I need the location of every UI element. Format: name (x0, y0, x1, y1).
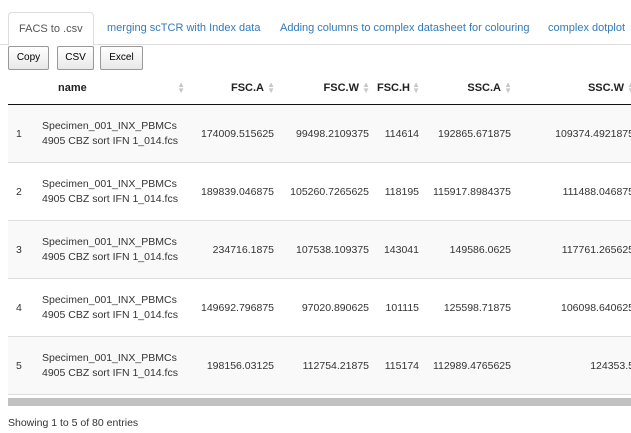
cell-name: Specimen_001_INX_PBMCs 4905 CBZ sort IFN… (42, 236, 178, 263)
cell-fsc-h: 114614 (384, 127, 419, 140)
cell-ssc-w: 109374.4921875 (555, 127, 631, 140)
cell-name: Specimen_001_INX_PBMCs 4905 CBZ sort IFN… (42, 352, 178, 379)
cell-fsc-a: 149692.796875 (201, 301, 274, 314)
cell-name: Specimen_001_INX_PBMCs 4905 CBZ sort IFN… (42, 120, 178, 147)
horizontal-scrollbar[interactable] (8, 398, 631, 406)
cell-fsc-a: 198156.03125 (206, 359, 274, 372)
cell-fsc-h: 101115 (385, 301, 419, 314)
column-header-label: name (58, 82, 87, 94)
cell-name: Specimen_001_INX_PBMCs 4905 CBZ sort IFN… (42, 294, 178, 321)
copy-button[interactable]: Copy (8, 46, 49, 70)
data-table-container[interactable]: name ▲ ▼ FSC.A ▲ ▼ FSC.W ▲ ▼ FSC.H ▲ ▼ SSC.A (8, 72, 631, 398)
table-info: Showing 1 to 5 of 80 entries (8, 417, 139, 429)
cell-fsc-h: 143041 (383, 243, 419, 256)
table-row: 1 Specimen_001_INX_PBMCs 4905 CBZ sort I… (8, 104, 631, 163)
cell-ssc-w: 124353.5 (590, 359, 631, 372)
cell-fsc-h: 118195 (384, 185, 419, 198)
column-header-label: SSC.W (587, 82, 624, 94)
sort-both-icon: ▲▼ (177, 80, 185, 95)
cell-ssc-w: 117761.265625 (561, 243, 631, 256)
cell-fsc-a: 174009.515625 (201, 127, 274, 140)
csv-button[interactable]: CSV (57, 46, 94, 70)
table-row: 4 Specimen_001_INX_PBMCs 4905 CBZ sort I… (8, 278, 631, 337)
cell-fsc-h: 115174 (384, 359, 419, 372)
tab-adding-columns[interactable]: Adding columns to complex datasheet for … (270, 12, 539, 45)
column-header-fsc-h[interactable]: FSC.H ▲ ▼ (373, 72, 423, 105)
cell-fsc-w: 99498.2109375 (296, 127, 369, 140)
row-index: 4 (16, 301, 22, 314)
sort-both-icon: ▲▼ (362, 80, 370, 95)
cell-ssc-a: 125598.71875 (443, 301, 511, 314)
column-header-name[interactable]: name ▲ ▼ (38, 72, 188, 105)
cell-ssc-a: 112989.4765625 (432, 359, 511, 372)
column-header-label: FSC.W (323, 82, 359, 94)
tab-merging-sctcr[interactable]: merging scTCR with Index data (97, 12, 270, 45)
data-table: name ▲ ▼ FSC.A ▲ ▼ FSC.W ▲ ▼ FSC.H ▲ ▼ SSC.A (8, 72, 631, 395)
scrollbar-thumb[interactable] (8, 398, 631, 406)
excel-button[interactable]: Excel (100, 46, 143, 70)
table-row: 2 Specimen_001_INX_PBMCs 4905 CBZ sort I… (8, 162, 631, 221)
row-index: 5 (16, 359, 22, 372)
column-header-ssc-w[interactable]: SSC.W ▲▼ (515, 72, 631, 105)
row-index: 2 (16, 185, 22, 198)
column-header-label: FSC.H (377, 82, 410, 94)
tab-facs-to-csv[interactable]: FACS to .csv (8, 12, 94, 46)
tab-bar: FACS to .csv merging scTCR with Index da… (0, 0, 631, 46)
cell-fsc-w: 97020.890625 (301, 301, 369, 314)
table-row: 3 Specimen_001_INX_PBMCs 4905 CBZ sort I… (8, 220, 631, 279)
cell-fsc-w: 107538.109375 (296, 243, 369, 256)
column-header-label: FSC.A (231, 82, 264, 94)
row-index: 1 (16, 127, 22, 140)
cell-name: Specimen_001_INX_PBMCs 4905 CBZ sort IFN… (42, 178, 178, 205)
cell-ssc-a: 149586.0625 (449, 243, 511, 256)
table-row: 5 Specimen_001_INX_PBMCs 4905 CBZ sort I… (8, 336, 631, 395)
sort-both-icon: ▲▼ (267, 80, 275, 95)
table-header-row: name ▲ ▼ FSC.A ▲ ▼ FSC.W ▲ ▼ FSC.H ▲ ▼ SSC.A (8, 72, 631, 105)
sort-both-icon: ▲▼ (627, 81, 631, 95)
column-header-fsc-a[interactable]: FSC.A ▲ ▼ (188, 72, 278, 105)
cell-fsc-w: 112754.21875 (302, 359, 369, 372)
tab-complex-dotplot[interactable]: complex dotplot (538, 12, 631, 45)
sort-both-icon: ▲▼ (412, 80, 420, 95)
column-header-fsc-w[interactable]: FSC.W ▲ ▼ (278, 72, 373, 105)
cell-ssc-w: 111488.046875 (562, 185, 631, 198)
cell-ssc-a: 192865.671875 (438, 127, 511, 140)
column-header-ssc-a[interactable]: SSC.A ▲ ▼ (423, 72, 515, 105)
row-index: 3 (16, 243, 22, 256)
column-header-index (8, 72, 38, 105)
cell-ssc-w: 106098.640625 (561, 301, 631, 314)
cell-fsc-a: 234716.1875 (212, 243, 274, 256)
cell-ssc-a: 115917.8984375 (432, 185, 511, 198)
column-header-label: SSC.A (467, 82, 501, 94)
cell-fsc-w: 105260.7265625 (290, 185, 369, 198)
cell-fsc-a: 189839.046875 (201, 185, 274, 198)
sort-both-icon: ▲▼ (504, 80, 512, 95)
